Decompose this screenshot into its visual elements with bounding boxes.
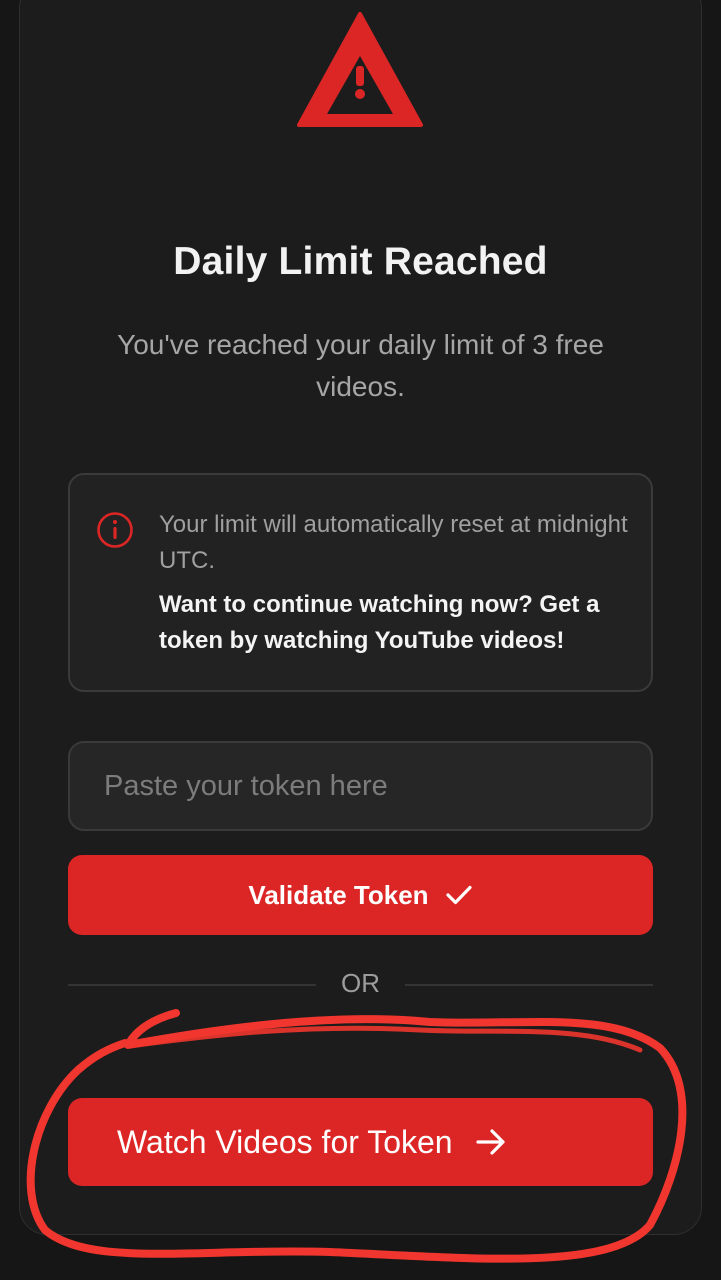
watch-videos-button[interactable]: Watch Videos for Token [68, 1098, 653, 1186]
token-input[interactable] [68, 741, 653, 831]
or-divider-label: OR [341, 968, 380, 998]
token-cta-text: Want to continue watching now? Get a tok… [159, 591, 600, 654]
divider-left [68, 984, 316, 986]
page: Daily Limit Reached You've reached your … [0, 0, 721, 1280]
validate-token-label: Validate Token [248, 879, 429, 910]
watch-videos-label: Watch Videos for Token [117, 1123, 453, 1160]
info-circle-icon [97, 512, 133, 548]
warning-triangle-icon [297, 12, 423, 127]
reset-info-text: Your limit will automatically reset at m… [159, 511, 628, 574]
divider-right [405, 984, 653, 986]
checkmark-icon [445, 885, 472, 905]
limit-message: You've reached your daily limit of 3 fre… [117, 329, 604, 402]
info-box: Your limit will automatically reset at m… [68, 473, 653, 692]
arrow-right-icon [475, 1129, 505, 1155]
validate-token-button[interactable]: Validate Token [68, 855, 653, 935]
page-title: Daily Limit Reached [173, 240, 548, 283]
